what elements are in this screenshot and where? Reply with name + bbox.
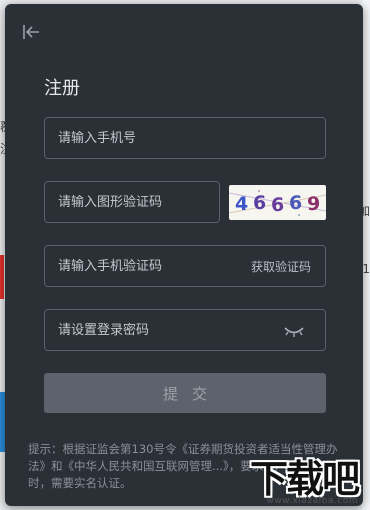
captcha-char: 6 [271,194,284,216]
phone-field[interactable] [44,117,326,159]
captcha-char: 6 [289,192,302,214]
password-field[interactable] [44,309,326,351]
captcha-char: 4 [235,193,248,215]
site-watermark: 下载吧 www.xiazaiba.com [232,448,360,506]
phone-input[interactable] [45,118,325,158]
captcha-image[interactable]: 4 6 6 6 9 [229,185,326,220]
watermark-url: www.xiazaiba.com [266,496,358,506]
captcha-input[interactable] [45,182,219,222]
eye-closed-icon[interactable] [283,323,305,337]
background-fragment: 1 [362,262,370,276]
captcha-char: 9 [307,193,320,215]
get-code-button[interactable]: 获取验证码 [251,258,311,275]
background-red-tab [0,255,4,299]
submit-button[interactable]: 提交 [44,373,326,413]
captcha-char: 6 [253,192,266,214]
watermark-brand: 下载吧 [249,457,360,501]
dialog-title: 注册 [44,78,80,99]
sms-code-field[interactable]: 获取验证码 [44,245,326,287]
captcha-field[interactable] [44,181,220,223]
register-dialog: 注册 4 6 6 6 9 获取验证码 [5,4,363,506]
collapse-left-icon[interactable] [22,23,42,41]
background-right-bar [362,0,370,510]
